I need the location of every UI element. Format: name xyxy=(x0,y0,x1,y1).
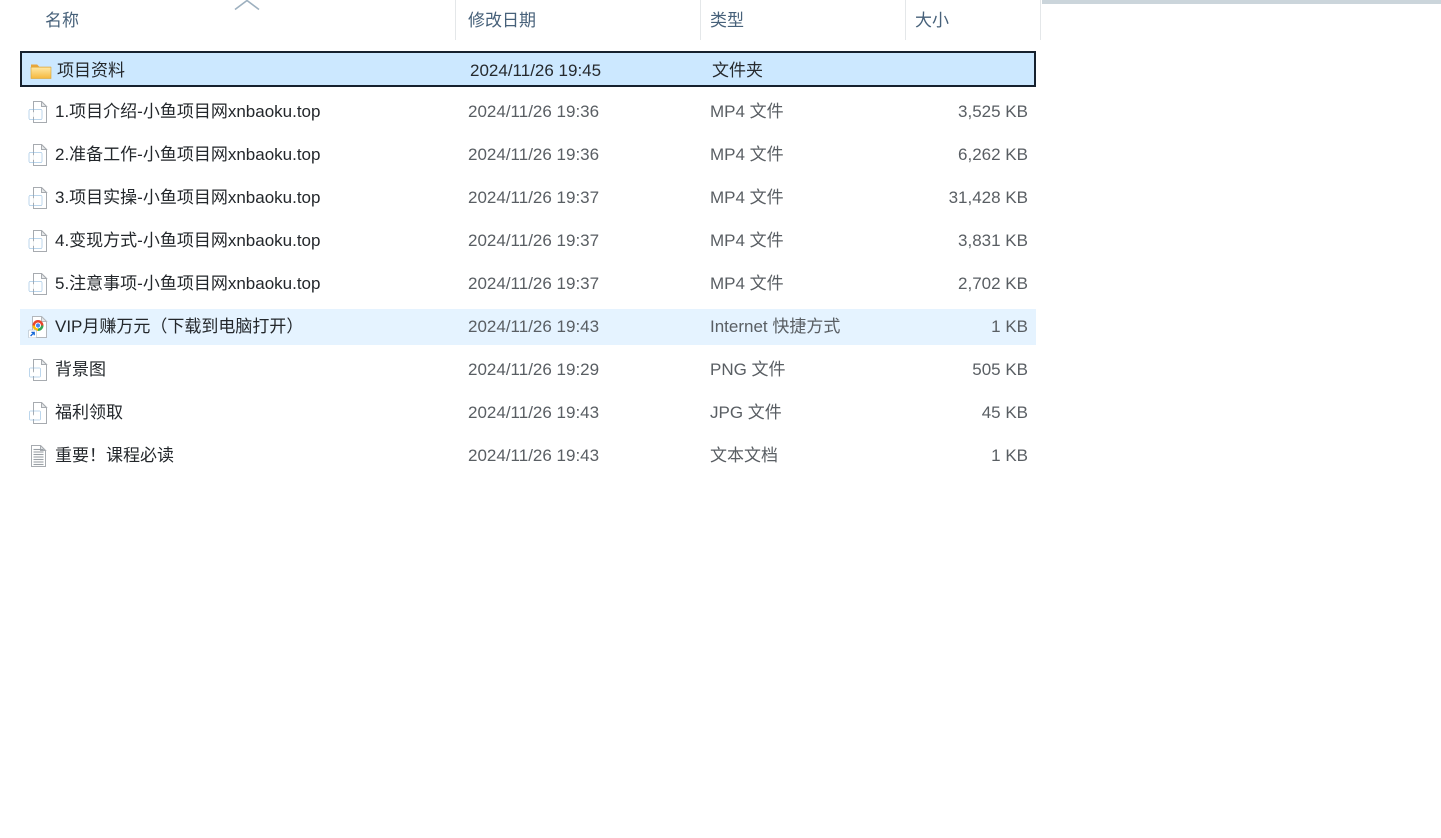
file-size xyxy=(822,53,1030,89)
file-name: 2.准备工作-小鱼项目网xnbaoku.top xyxy=(55,137,320,173)
file-size: 1 KB xyxy=(820,309,1028,345)
file-date: 2024/11/26 19:36 xyxy=(468,137,599,173)
file-date: 2024/11/26 19:36 xyxy=(468,94,599,130)
file-icon xyxy=(28,144,50,166)
file-date: 2024/11/26 19:43 xyxy=(468,395,599,431)
column-resize-handle[interactable] xyxy=(1040,0,1041,40)
column-header-type[interactable]: 类型 xyxy=(710,0,744,42)
file-row[interactable]: 项目资料 2024/11/26 19:45 文件夹 xyxy=(20,51,1036,87)
file-size: 31,428 KB xyxy=(820,180,1028,216)
file-icon xyxy=(28,445,50,467)
file-type: 文件夹 xyxy=(712,53,763,89)
sort-ascending-icon xyxy=(233,0,261,11)
file-name: 重要！课程必读 xyxy=(55,438,174,474)
video-file-icon xyxy=(28,144,50,166)
file-size: 3,831 KB xyxy=(820,223,1028,259)
file-type: MP4 文件 xyxy=(710,266,784,302)
image-file-icon xyxy=(28,402,50,424)
file-row[interactable]: VIP月赚万元（下载到电脑打开） 2024/11/26 19:43 Intern… xyxy=(20,309,1036,345)
file-type: MP4 文件 xyxy=(710,180,784,216)
internet-shortcut-icon xyxy=(28,316,50,338)
file-type: MP4 文件 xyxy=(710,223,784,259)
file-date: 2024/11/26 19:37 xyxy=(468,223,599,259)
file-size: 6,262 KB xyxy=(820,137,1028,173)
video-file-icon xyxy=(28,187,50,209)
file-name: 背景图 xyxy=(55,352,106,388)
file-icon xyxy=(28,359,50,381)
file-date: 2024/11/26 19:45 xyxy=(470,53,601,89)
file-name: 项目资料 xyxy=(57,53,125,89)
file-size: 2,702 KB xyxy=(820,266,1028,302)
file-name: VIP月赚万元（下载到电脑打开） xyxy=(55,309,303,345)
file-row[interactable]: 2.准备工作-小鱼项目网xnbaoku.top 2024/11/26 19:36… xyxy=(20,137,1036,173)
file-icon xyxy=(28,273,50,295)
file-date: 2024/11/26 19:43 xyxy=(468,309,599,345)
file-icon xyxy=(30,60,52,82)
file-icon xyxy=(28,230,50,252)
file-row[interactable]: 福利领取 2024/11/26 19:43 JPG 文件 45 KB xyxy=(20,395,1036,431)
file-row[interactable]: 4.变现方式-小鱼项目网xnbaoku.top 2024/11/26 19:37… xyxy=(20,223,1036,259)
video-file-icon xyxy=(28,101,50,123)
column-resize-handle[interactable] xyxy=(905,0,906,40)
file-type: JPG 文件 xyxy=(710,395,782,431)
video-file-icon xyxy=(28,230,50,252)
file-name: 1.项目介绍-小鱼项目网xnbaoku.top xyxy=(55,94,320,130)
folder-icon xyxy=(30,60,52,82)
file-icon xyxy=(28,101,50,123)
file-date: 2024/11/26 19:29 xyxy=(468,352,599,388)
file-icon xyxy=(28,316,50,338)
file-name: 4.变现方式-小鱼项目网xnbaoku.top xyxy=(55,223,320,259)
file-row[interactable]: 重要！课程必读 2024/11/26 19:43 文本文档 1 KB xyxy=(20,438,1036,474)
column-resize-handle[interactable] xyxy=(700,0,701,40)
file-icon xyxy=(28,187,50,209)
file-size: 3,525 KB xyxy=(820,94,1028,130)
file-row[interactable]: 3.项目实操-小鱼项目网xnbaoku.top 2024/11/26 19:37… xyxy=(20,180,1036,216)
text-file-icon xyxy=(28,445,50,467)
file-size: 1 KB xyxy=(820,438,1028,474)
video-file-icon xyxy=(28,273,50,295)
column-header-size[interactable]: 大小 xyxy=(915,0,949,42)
file-date: 2024/11/26 19:43 xyxy=(468,438,599,474)
file-icon xyxy=(28,402,50,424)
column-header-date-modified[interactable]: 修改日期 xyxy=(468,0,536,42)
column-header-name[interactable]: 名称 xyxy=(45,0,79,42)
image-file-icon xyxy=(28,359,50,381)
file-date: 2024/11/26 19:37 xyxy=(468,180,599,216)
file-date: 2024/11/26 19:37 xyxy=(468,266,599,302)
file-row[interactable]: 背景图 2024/11/26 19:29 PNG 文件 505 KB xyxy=(20,352,1036,388)
file-name: 5.注意事项-小鱼项目网xnbaoku.top xyxy=(55,266,320,302)
window-edge-strip xyxy=(1042,0,1441,4)
file-type: 文本文档 xyxy=(710,438,778,474)
file-size: 505 KB xyxy=(820,352,1028,388)
file-name: 3.项目实操-小鱼项目网xnbaoku.top xyxy=(55,180,320,216)
file-explorer-window: 名称 修改日期 类型 大小 xyxy=(0,0,1441,838)
file-type: PNG 文件 xyxy=(710,352,786,388)
file-type: MP4 文件 xyxy=(710,137,784,173)
file-row[interactable]: 5.注意事项-小鱼项目网xnbaoku.top 2024/11/26 19:37… xyxy=(20,266,1036,302)
file-name: 福利领取 xyxy=(55,395,123,431)
file-size: 45 KB xyxy=(820,395,1028,431)
file-type: MP4 文件 xyxy=(710,94,784,130)
file-row[interactable]: 1.项目介绍-小鱼项目网xnbaoku.top 2024/11/26 19:36… xyxy=(20,94,1036,130)
column-resize-handle[interactable] xyxy=(455,0,456,40)
